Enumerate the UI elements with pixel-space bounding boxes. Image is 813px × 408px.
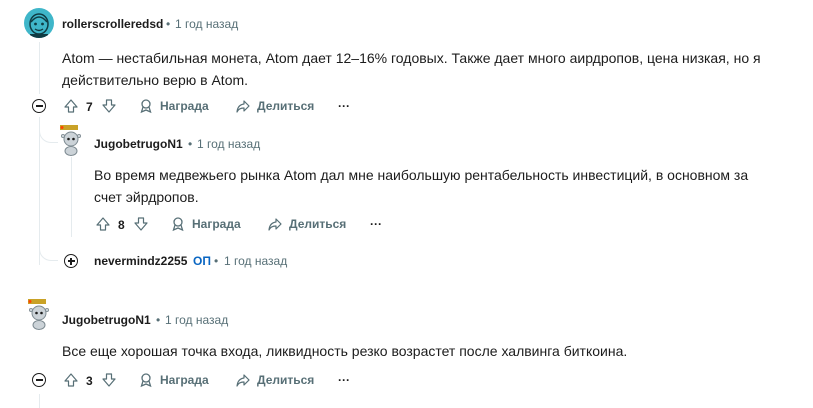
avatar[interactable]: [58, 124, 84, 156]
comment-body: Во время медвежьего рынка Atom дал мне н…: [94, 167, 749, 205]
snoo-avatar-icon: [60, 125, 81, 156]
award-label: Награда: [192, 217, 241, 231]
separator-dot: •: [156, 313, 161, 327]
award-icon: [140, 99, 152, 114]
comment-username[interactable]: rollerscrolleredsd: [62, 17, 163, 31]
collapse-thread-button[interactable]: [32, 99, 46, 113]
award-label: Награда: [160, 99, 209, 113]
upvote-arrow-icon: [96, 217, 110, 231]
avatar[interactable]: [24, 8, 54, 38]
separator-dot: •: [188, 137, 193, 151]
downvote-button[interactable]: [133, 216, 149, 237]
avatar-face-icon: [29, 13, 49, 38]
expand-thread-button[interactable]: [64, 254, 78, 268]
comment-timestamp[interactable]: 1 год назад: [224, 254, 287, 268]
comment-body: Atom — нестабильная монета, Atom дает 12…: [62, 50, 761, 88]
share-label: Делиться: [289, 217, 347, 231]
downvote-button[interactable]: [101, 372, 117, 393]
vote-count: 8: [118, 218, 125, 232]
downvote-arrow-icon: [102, 373, 116, 387]
share-label: Делиться: [257, 99, 315, 113]
share-icon: [236, 100, 250, 113]
separator-dot: •: [166, 17, 171, 31]
collapsed-comment: nevermindz2255 ОП • 1 год назад: [0, 248, 813, 274]
award-button[interactable]: Награда: [170, 216, 241, 232]
comment-username[interactable]: nevermindz2255: [94, 254, 187, 268]
award-icon: [172, 217, 184, 232]
comment-timestamp[interactable]: 1 год назад: [175, 17, 238, 31]
downvote-arrow-icon: [102, 99, 116, 113]
downvote-arrow-icon: [134, 217, 148, 231]
comment-username[interactable]: JugobetrugoN1: [94, 137, 183, 151]
share-label: Делиться: [257, 373, 315, 387]
comment-timestamp[interactable]: 1 год назад: [165, 313, 228, 327]
vote-count: 3: [86, 374, 93, 388]
more-options-button[interactable]: ···: [338, 373, 350, 387]
upvote-arrow-icon: [64, 373, 78, 387]
award-button[interactable]: Награда: [138, 98, 209, 114]
more-options-button[interactable]: ···: [338, 99, 350, 113]
avatar[interactable]: [26, 298, 52, 330]
separator-dot: •: [214, 254, 219, 268]
share-icon: [268, 218, 282, 231]
more-options-button[interactable]: ···: [370, 217, 382, 231]
share-button[interactable]: Делиться: [235, 372, 314, 388]
upvote-button[interactable]: [63, 372, 79, 393]
share-button[interactable]: Делиться: [235, 98, 314, 114]
comment: rollerscrolleredsd • 1 год назад Atom — …: [0, 0, 813, 120]
award-icon: [140, 373, 152, 388]
comment: JugobetrugoN1 • 1 год назад Все еще хоро…: [0, 295, 813, 408]
comment-body: Все еще хорошая точка входа, ликвидность…: [62, 343, 628, 359]
downvote-button[interactable]: [101, 98, 117, 119]
share-button[interactable]: Делиться: [267, 216, 346, 232]
upvote-button[interactable]: [63, 98, 79, 119]
award-button[interactable]: Награда: [138, 372, 209, 388]
collapse-thread-button[interactable]: [32, 373, 46, 387]
upvote-arrow-icon: [64, 99, 78, 113]
op-badge: ОП: [193, 254, 211, 268]
upvote-button[interactable]: [95, 216, 111, 237]
snoo-avatar-icon: [28, 299, 49, 330]
vote-count: 7: [86, 100, 93, 114]
comment-username[interactable]: JugobetrugoN1: [62, 313, 151, 327]
share-icon: [236, 374, 250, 387]
award-label: Награда: [160, 373, 209, 387]
comment-timestamp[interactable]: 1 год назад: [197, 137, 260, 151]
comment-reply: JugobetrugoN1 • 1 год назад Во время мед…: [0, 120, 813, 240]
